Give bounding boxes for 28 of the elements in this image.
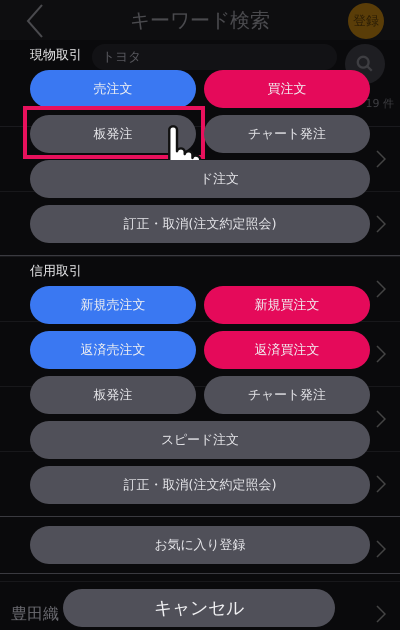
cancel-button[interactable]: キャンセル: [63, 589, 335, 627]
chevron-icon: [376, 540, 386, 558]
chevron-icon: [376, 150, 386, 168]
order-button[interactable]: チャート発注: [204, 115, 370, 153]
order-button[interactable]: 訂正・取消(注文約定照会): [30, 466, 370, 504]
screen-title: キーワード検索: [130, 6, 270, 34]
chevron-icon: [376, 475, 386, 493]
order-button[interactable]: スピード注文: [30, 421, 370, 459]
chevron-icon: [376, 410, 386, 428]
order-button[interactable]: ド注文: [30, 160, 370, 198]
section-title: 信用取引: [30, 263, 82, 280]
chevron-icon: [376, 215, 386, 233]
order-button[interactable]: お気に入り登録: [30, 526, 370, 564]
chevron-icon: [376, 605, 386, 623]
order-button[interactable]: チャート発注: [204, 376, 370, 414]
section-title: 現物取引: [30, 47, 82, 64]
order-button[interactable]: 板発注: [30, 376, 196, 414]
order-button[interactable]: 返済買注文: [204, 331, 370, 369]
order-button[interactable]: 訂正・取消(注文約定照会): [30, 205, 370, 243]
order-button[interactable]: 新規買注文: [204, 286, 370, 324]
order-button[interactable]: 板発注: [30, 115, 196, 153]
chevron-icon: [376, 280, 386, 298]
back-icon[interactable]: [26, 4, 44, 38]
order-button[interactable]: 返済売注文: [30, 331, 196, 369]
stock-name: 豊田織: [11, 604, 59, 624]
chevron-icon: [376, 345, 386, 363]
order-button[interactable]: 新規売注文: [30, 286, 196, 324]
order-button[interactable]: 売注文: [30, 70, 196, 108]
